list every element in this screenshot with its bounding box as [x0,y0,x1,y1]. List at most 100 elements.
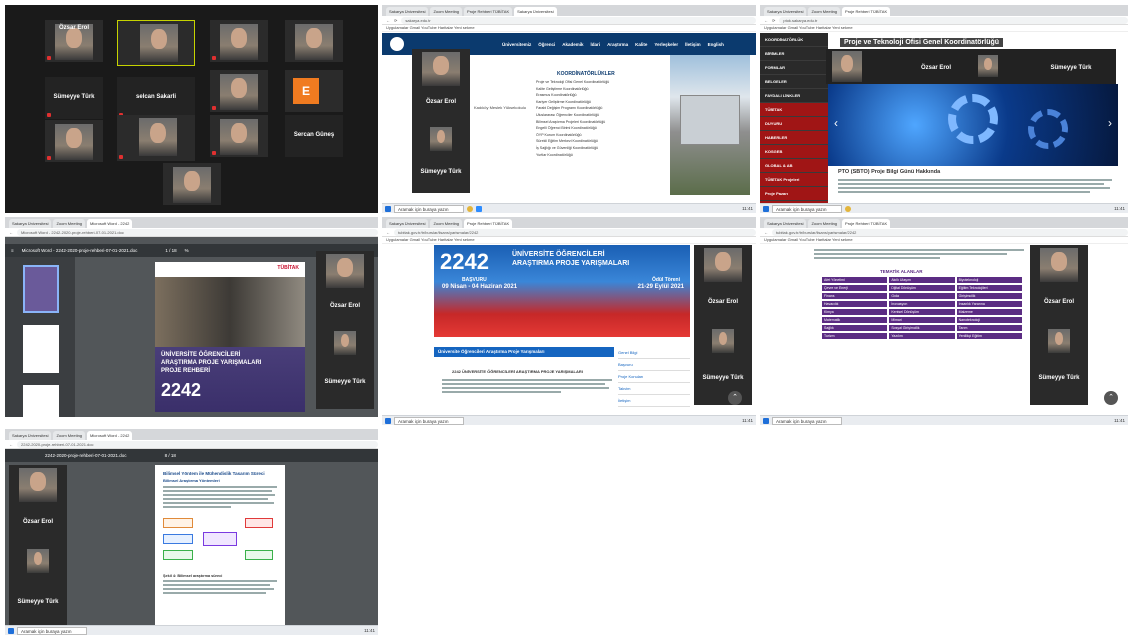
sidebar-link[interactable]: TÜBİTAK Projeleri [760,173,828,187]
theme-button[interactable]: Tarım [956,325,1022,331]
list-item[interactable]: Kalite Geliştirme Koordinatörlüğü [536,87,662,91]
theme-button[interactable]: Akıllı Ulaşım [889,277,955,283]
sidebar-link[interactable]: HABERLER [760,131,828,145]
tab-universite[interactable]: Sakarya Üniversitesi [764,7,807,16]
windows-start-icon[interactable] [763,205,769,212]
page-indicator[interactable]: 8 / 18 [165,453,176,458]
tab-universite[interactable]: Sakarya Üniversitesi [764,219,807,228]
side-link[interactable]: Genel Bilgi [618,347,690,359]
sidebar-link[interactable]: Proje Pazarı [760,187,828,201]
tab-universite[interactable]: Sakarya Üniversitesi [9,431,52,440]
back-icon[interactable]: ← [9,230,13,235]
theme-button[interactable]: Mimari [889,317,955,323]
theme-button[interactable]: Sosyal Girişimcilik [889,325,955,331]
url-input[interactable]: sakarya.edu.tr [401,16,756,24]
page-thumbnail[interactable] [23,265,59,313]
sidebar-link[interactable]: BELGELER [760,75,828,89]
video-tile-9[interactable] [45,120,103,162]
windows-start-icon[interactable] [385,205,391,212]
url-input[interactable]: tubitak.gov.tr/tr/burslar/lisans/yarisma… [394,228,756,236]
back-icon[interactable]: ← [9,442,13,447]
left-menu-label[interactable]: Kadıköy Meslek Yüksekokulu [474,105,526,110]
scroll-top-button[interactable]: ⌃ [1104,391,1118,405]
tab-universite[interactable]: Sakarya Üniversitesi [386,219,429,228]
theme-button[interactable]: Sağlık [822,325,888,331]
theme-button[interactable]: Kentsel Dönüşüm [889,309,955,315]
video-tile-name[interactable]: selcan Sakarli [117,77,195,119]
video-tile-4[interactable] [285,20,343,62]
side-link[interactable]: İletişim [618,395,690,407]
theme-button[interactable]: Turizm [822,333,888,339]
tab-universite[interactable]: Sakarya Üniversitesi [9,219,52,228]
list-item[interactable]: Uluslararası Öğrenciler Koordinatörlüğü [536,113,662,117]
tab-zoom[interactable]: Zoom Meeting [430,7,463,16]
video-tile-8[interactable]: E [285,70,343,112]
article-title[interactable]: PTO (SBTO) Proje Bilgi Günü Hakkında [838,169,940,175]
theme-button[interactable]: Malzeme [956,309,1022,315]
side-link[interactable]: Proje Konuları [618,371,690,383]
tab-active[interactable]: Proje Rehberi TÜBİTAK [464,219,513,228]
theme-button[interactable]: İnovasyon [889,301,955,307]
url-input[interactable]: ptok.sakarya.edu.tr [779,16,1128,24]
sidebar-link[interactable]: BİRİMLER [760,47,828,61]
side-link[interactable]: Takvim [618,383,690,395]
tab-zoom[interactable]: Zoom Meeting [808,219,841,228]
taskbar-search[interactable]: Aramak için buraya yazın [772,416,842,425]
nav-link[interactable]: English [708,42,724,47]
sidebar-link[interactable]: DUYURU [760,117,828,131]
sidebar-link[interactable]: KOSGEB [760,145,828,159]
tab-zoom[interactable]: Zoom Meeting [808,7,841,16]
windows-start-icon[interactable] [8,627,14,634]
list-item[interactable]: İş Sağlığı ve Güvenliği Koordinatörlüğü [536,146,662,150]
theme-button[interactable]: Çevre ve Enerji [822,285,888,291]
theme-button[interactable]: Dijital Dönüşüm [889,285,955,291]
list-item[interactable]: Yurtlar Koordinatörlüğü [536,153,662,157]
theme-button[interactable]: İnsanlık Yararına [956,301,1022,307]
theme-button[interactable]: Biyoteknoloji [956,277,1022,283]
url-input[interactable]: tubitak.gov.tr/tr/burslar/lisans/yarisma… [772,228,1128,236]
theme-button[interactable]: Girişimcilik [956,293,1022,299]
theme-button[interactable]: Matematik [822,317,888,323]
theme-button[interactable]: Afet Yönetimi [822,277,888,283]
tab-active[interactable]: Microsoft Word - 2242 [87,219,133,228]
video-tile-3[interactable] [210,20,268,62]
tab-active[interactable]: Proje Rehberi TÜBİTAK [842,7,891,16]
video-tile-name[interactable]: Sümeyye Türk [45,77,103,119]
nav-link[interactable]: Araştırma [607,42,628,47]
sidebar-link[interactable]: TÜBİTAK [760,103,828,117]
tab-zoom[interactable]: Zoom Meeting [53,431,86,440]
menu-icon[interactable]: ≡ [11,248,14,253]
theme-button[interactable]: Nanoteknoloji [956,317,1022,323]
sidebar-link[interactable]: FAYDALI LİNKLER [760,89,828,103]
taskbar-search[interactable]: Aramak için buraya yazın [772,204,842,213]
page-thumbnail[interactable] [23,325,59,373]
nav-link[interactable]: Üniversitemiz [502,42,531,47]
theme-button[interactable]: Yenilikçi Eğitim [956,333,1022,339]
chrome-icon[interactable] [467,205,473,212]
list-item[interactable]: Proje ve Teknoloji Ofisi Genel Koordinat… [536,80,662,84]
list-item[interactable]: Kariyer Geliştirme Koordinatörlüğü [536,100,662,104]
list-item[interactable]: Farabi Değişim Programı Koordinatörlüğü [536,106,662,110]
back-icon[interactable]: ← [386,230,390,235]
url-input[interactable]: Microsoft Word - 2242-2020-proje-rehberi… [17,228,378,236]
video-tile-name[interactable]: Sercan Güneş [285,115,343,157]
scroll-top-button[interactable]: ⌃ [728,391,742,405]
carousel-prev-icon[interactable]: ‹ [834,116,838,130]
tab-universite[interactable]: Sakarya Üniversitesi [386,7,429,16]
tab-zoom[interactable]: Zoom Meeting [53,219,86,228]
back-icon[interactable]: ← [386,18,390,23]
tab-active[interactable]: Proje Rehberi TÜBİTAK [842,219,891,228]
theme-button[interactable]: Yazılım [889,333,955,339]
nav-link[interactable]: Akademik [562,42,583,47]
theme-button[interactable]: Kimya [822,309,888,315]
theme-button[interactable]: Eğitim Teknolojileri [956,285,1022,291]
nav-link[interactable]: İdari [591,42,601,47]
video-tile-11[interactable] [210,115,268,157]
sidebar-link[interactable]: FORMLAR [760,61,828,75]
back-icon[interactable]: ← [764,230,768,235]
theme-button[interactable]: Havacılık [822,301,888,307]
video-tile-10[interactable] [117,115,195,161]
chrome-icon[interactable] [845,205,851,212]
taskbar-search[interactable]: Aramak için buraya yazın [394,204,464,213]
video-tile-13[interactable] [163,163,221,205]
